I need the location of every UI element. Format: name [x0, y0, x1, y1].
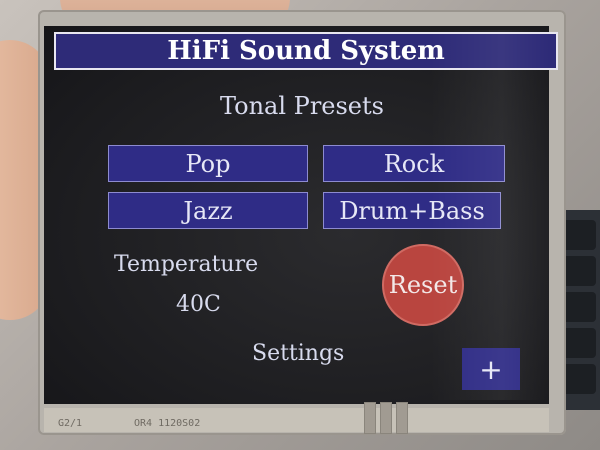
marking-left: G2/1	[58, 418, 83, 429]
preset-pop-button[interactable]: Pop	[108, 145, 308, 182]
temperature-label: Temperature	[114, 252, 259, 277]
flex-connector	[364, 402, 376, 434]
marking-right: OR4 1120S02	[134, 418, 201, 429]
temperature-value: 40C	[176, 292, 221, 317]
plus-button[interactable]: +	[462, 348, 520, 390]
flex-connector	[380, 402, 392, 434]
preset-rock-button[interactable]: Rock	[323, 145, 505, 182]
preset-drum-bass-button[interactable]: Drum+Bass	[323, 192, 501, 229]
bezel-bottom-strip	[44, 408, 549, 432]
app-title: HiFi Sound System	[54, 32, 558, 70]
presets-heading: Tonal Presets	[220, 92, 384, 120]
preset-jazz-button[interactable]: Jazz	[108, 192, 308, 229]
reset-button[interactable]: Reset	[382, 244, 464, 326]
flex-connector	[396, 402, 408, 434]
settings-label[interactable]: Settings	[252, 341, 344, 366]
